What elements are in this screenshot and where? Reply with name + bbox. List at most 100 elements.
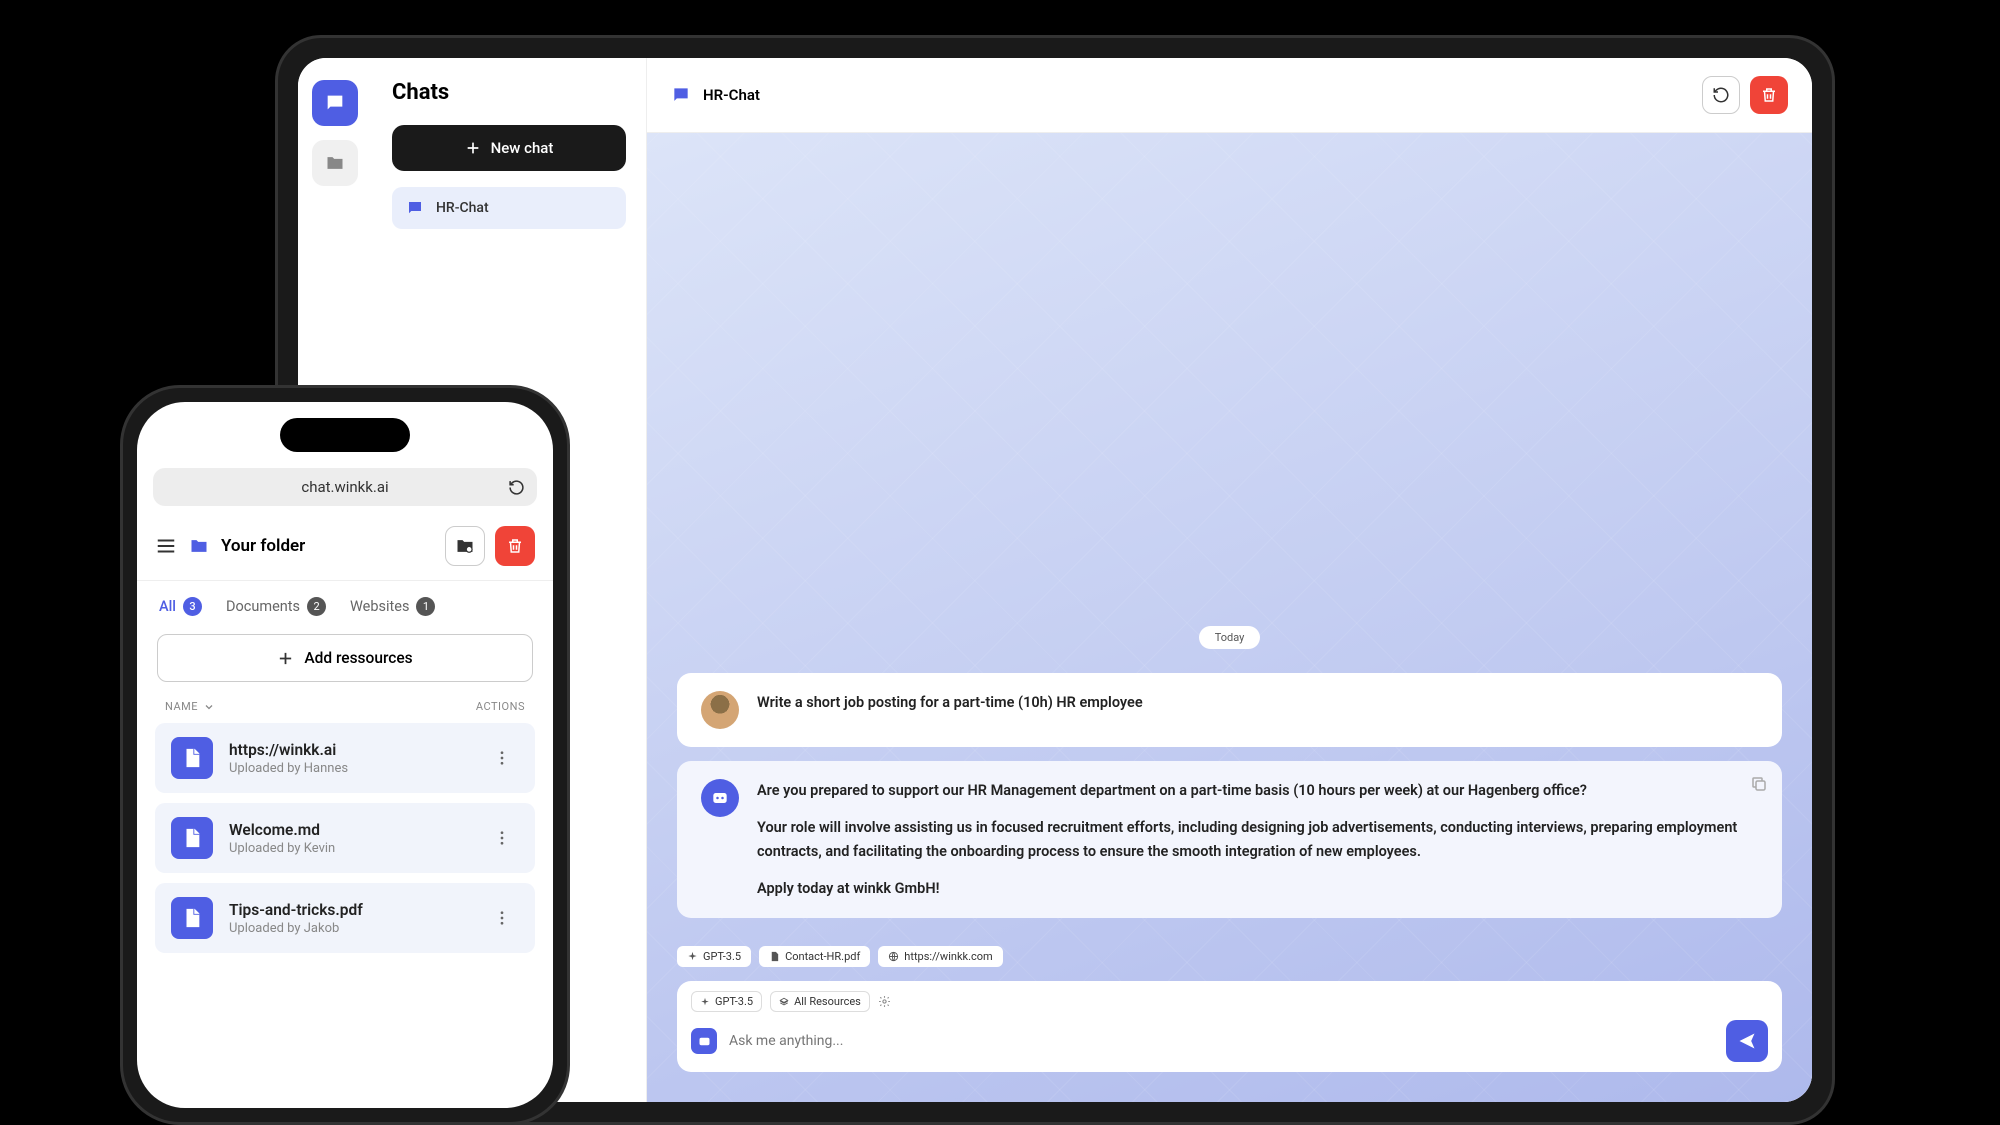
folder-title: Your folder (221, 536, 305, 556)
user-message-text: Write a short job posting for a part-tim… (757, 691, 1758, 714)
file-type-icon (171, 817, 213, 859)
chat-item-label: HR-Chat (436, 200, 489, 216)
file-icon (769, 951, 780, 962)
more-vertical-icon (493, 909, 511, 927)
rail-chats-button[interactable] (312, 80, 358, 126)
phone-device-frame: chat.winkk.ai Your folder (120, 385, 570, 1125)
menu-icon (155, 535, 177, 557)
bot-avatar (701, 779, 739, 817)
bot-p1: Are you prepared to support our HR Manag… (757, 779, 1758, 802)
chat-icon (324, 92, 346, 114)
chat-list-item[interactable]: HR-Chat (392, 187, 626, 229)
tab-docs-count: 2 (307, 597, 326, 616)
resource-item[interactable]: Tips-and-tricks.pdf Uploaded by Jakob (155, 883, 535, 953)
tab-documents[interactable]: Documents 2 (226, 597, 326, 616)
main-header: HR-Chat (647, 58, 1812, 133)
file-type-icon (171, 897, 213, 939)
delete-button[interactable] (1750, 76, 1788, 114)
site-chip[interactable]: https://winkk.com (878, 946, 1002, 967)
folder-settings-button[interactable] (445, 526, 485, 566)
file-type-icon (171, 737, 213, 779)
input-row (691, 1020, 1768, 1062)
refresh-icon (1712, 86, 1730, 104)
chat-icon (671, 85, 691, 105)
resource-name: https://winkk.ai (229, 741, 469, 759)
phone-notch (280, 418, 410, 452)
trash-icon (506, 537, 524, 555)
user-avatar (701, 691, 739, 729)
plus-icon (465, 140, 481, 156)
doc-chip[interactable]: Contact-HR.pdf (759, 946, 870, 967)
input-bot-icon (691, 1028, 717, 1054)
bot-icon (710, 788, 730, 808)
sort-by-name[interactable]: NAME (165, 700, 215, 713)
rail-folders-button[interactable] (312, 140, 358, 186)
bot-message-content: Are you prepared to support our HR Manag… (757, 779, 1758, 900)
resource-name: Tips-and-tricks.pdf (229, 901, 469, 919)
chat-title: HR-Chat (703, 86, 760, 104)
actions-header: ACTIONS (476, 700, 525, 713)
chat-body: Today Write a short job posting for a pa… (647, 133, 1812, 1102)
message-chips: GPT-3.5 Contact-HR.pdf https://winkk.com (677, 946, 1782, 967)
resource-meta: Uploaded by Jakob (229, 921, 469, 936)
phone-screen: chat.winkk.ai Your folder (137, 402, 553, 1108)
resource-meta: Uploaded by Hannes (229, 761, 469, 776)
refresh-icon (508, 479, 525, 496)
menu-button[interactable] (155, 535, 177, 557)
more-vertical-icon (493, 749, 511, 767)
new-chat-label: New chat (491, 139, 554, 157)
chat-input[interactable] (729, 1033, 1714, 1049)
send-button[interactable] (1726, 1020, 1768, 1062)
resource-info: https://winkk.ai Uploaded by Hannes (229, 741, 469, 776)
copy-button[interactable] (1750, 775, 1768, 793)
chat-icon (406, 199, 424, 217)
bot-p3: Apply today at winkk GmbH! (757, 877, 1758, 900)
tab-all[interactable]: All 3 (159, 597, 202, 616)
folder-icon (189, 536, 209, 556)
url-refresh-button[interactable] (508, 479, 525, 496)
input-resources-chip[interactable]: All Resources (770, 991, 870, 1012)
tab-websites[interactable]: Websites 1 (350, 597, 435, 616)
phone-header-left: Your folder (155, 535, 305, 557)
sidebar-title: Chats (392, 80, 626, 105)
new-chat-button[interactable]: New chat (392, 125, 626, 171)
copy-icon (1750, 775, 1768, 793)
input-model-chip[interactable]: GPT-3.5 (691, 991, 762, 1012)
model-chip[interactable]: GPT-3.5 (677, 946, 751, 967)
phone-content: chat.winkk.ai Your folder (137, 402, 553, 1108)
list-header: NAME ACTIONS (137, 700, 553, 723)
layers-icon (779, 997, 789, 1007)
input-settings-button[interactable] (878, 995, 891, 1008)
resource-item[interactable]: Welcome.md Uploaded by Kevin (155, 803, 535, 873)
resource-info: Welcome.md Uploaded by Kevin (229, 821, 469, 856)
globe-icon (888, 951, 899, 962)
input-chips: GPT-3.5 All Resources (691, 991, 1768, 1012)
send-icon (1737, 1031, 1757, 1051)
phone-header: Your folder (137, 512, 553, 581)
folder-delete-button[interactable] (495, 526, 535, 566)
resource-list: https://winkk.ai Uploaded by Hannes Welc… (137, 723, 553, 953)
date-separator: Today (1199, 626, 1261, 649)
add-resources-button[interactable]: Add ressources (157, 634, 533, 682)
resource-info: Tips-and-tricks.pdf Uploaded by Jakob (229, 901, 469, 936)
folder-gear-icon (455, 536, 475, 556)
refresh-button[interactable] (1702, 76, 1740, 114)
sparkle-icon (687, 951, 698, 962)
resource-more-button[interactable] (485, 901, 519, 935)
resource-name: Welcome.md (229, 821, 469, 839)
phone-header-right (445, 526, 535, 566)
folder-icon (325, 153, 345, 173)
tab-sites-count: 1 (416, 597, 435, 616)
tab-all-count: 3 (183, 597, 202, 616)
resource-item[interactable]: https://winkk.ai Uploaded by Hannes (155, 723, 535, 793)
url-bar[interactable]: chat.winkk.ai (153, 468, 537, 506)
resource-meta: Uploaded by Kevin (229, 841, 469, 856)
url-text: chat.winkk.ai (301, 478, 388, 496)
gear-icon (878, 995, 891, 1008)
resource-more-button[interactable] (485, 821, 519, 855)
bot-icon (697, 1034, 712, 1049)
main-area: HR-Chat Today Write a short job posting … (647, 58, 1812, 1102)
bot-message: Are you prepared to support our HR Manag… (677, 761, 1782, 918)
resource-more-button[interactable] (485, 741, 519, 775)
plus-icon (277, 650, 294, 667)
